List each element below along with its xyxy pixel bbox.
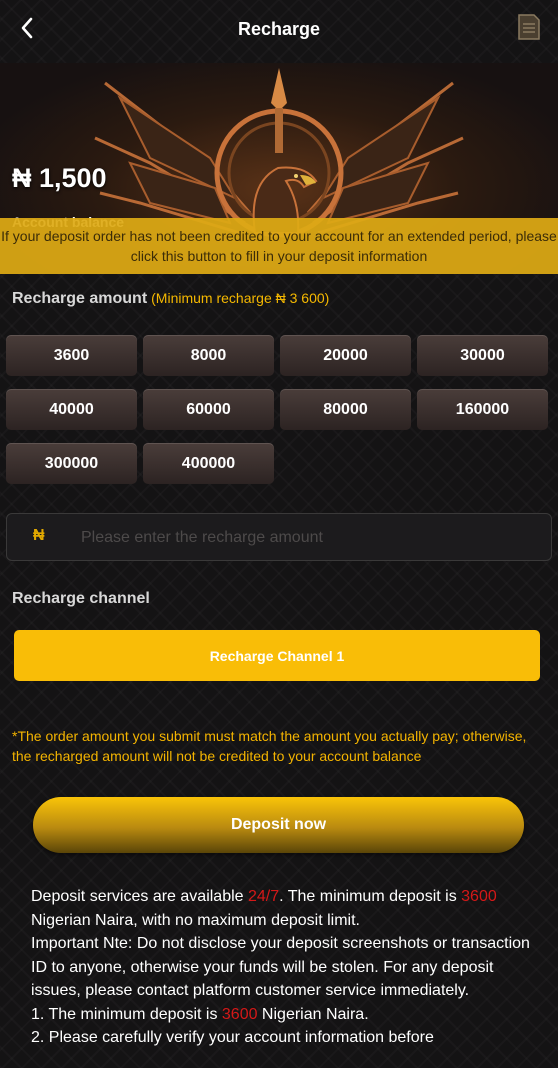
naira-currency-icon: ₦ xyxy=(33,527,45,544)
amount-options-grid: 3600 8000 20000 30000 40000 60000 80000 … xyxy=(6,335,552,484)
info-text: 1. The minimum deposit is xyxy=(31,1005,222,1023)
amount-option-button[interactable]: 8000 xyxy=(143,335,274,376)
info-highlight: 24/7 xyxy=(248,888,280,905)
info-text: Deposit services are available xyxy=(31,888,248,905)
recharge-amount-input[interactable] xyxy=(79,524,523,552)
minimum-recharge-note: (Minimum recharge ₦ 3 600) xyxy=(151,290,330,306)
deposit-info-text: Deposit services are available 24/7. The… xyxy=(31,885,531,1050)
recharge-amount-field: ₦ xyxy=(6,513,552,561)
recharge-amount-label: Recharge amount xyxy=(12,290,148,307)
amount-option-button[interactable]: 160000 xyxy=(417,389,548,430)
recharge-channel-1-button[interactable]: Recharge Channel 1 xyxy=(14,630,540,681)
deposit-now-button[interactable]: Deposit now xyxy=(33,797,524,853)
header: Recharge xyxy=(0,0,558,60)
amount-option-button[interactable]: 20000 xyxy=(280,335,411,376)
info-text: . The minimum deposit is xyxy=(279,888,462,905)
recharge-amount-title: Recharge amount (Minimum recharge ₦ 3 600… xyxy=(12,290,329,308)
amount-option-button[interactable]: 40000 xyxy=(6,389,137,430)
info-text: Important Nte: Do not disclose your depo… xyxy=(31,935,530,999)
amount-option-button[interactable]: 60000 xyxy=(143,389,274,430)
deposit-info-notice-button[interactable]: If your deposit order has not been credi… xyxy=(0,218,558,274)
info-text: 2. Please carefully verify your account … xyxy=(31,1029,434,1046)
amount-match-warning: *The order amount you submit must match … xyxy=(12,728,527,764)
info-text: Nigerian Naira, with no maximum deposit … xyxy=(31,911,360,929)
info-highlight: 3600 xyxy=(461,888,497,905)
document-icon[interactable] xyxy=(516,13,542,41)
amount-option-button[interactable]: 300000 xyxy=(6,443,137,484)
recharge-channel-title: Recharge channel xyxy=(12,590,150,607)
amount-option-button[interactable]: 400000 xyxy=(143,443,274,484)
info-highlight: 3600 xyxy=(221,1005,258,1023)
account-balance-value: ₦ 1,500 xyxy=(12,163,107,193)
amount-option-button[interactable]: 80000 xyxy=(280,389,411,430)
amount-option-button[interactable]: 30000 xyxy=(417,335,548,376)
info-text: Nigerian Naira. xyxy=(257,1005,369,1023)
amount-option-button[interactable]: 3600 xyxy=(6,335,137,376)
page-title: Recharge xyxy=(237,19,321,39)
